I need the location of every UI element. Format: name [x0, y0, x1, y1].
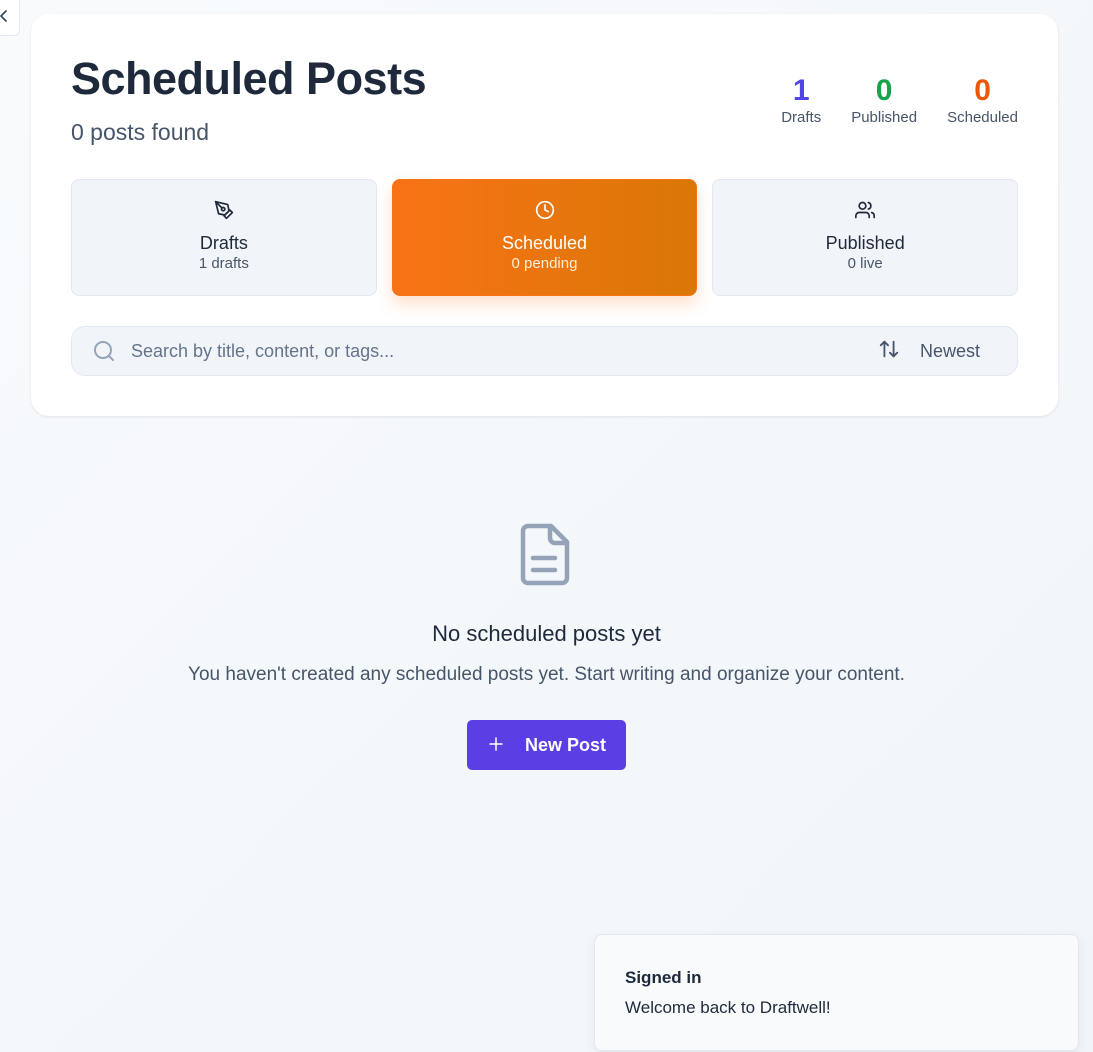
plus-icon: [487, 735, 505, 756]
tab-drafts-title: Drafts: [199, 233, 248, 253]
tab-scheduled-count: 0 pending: [511, 255, 578, 272]
stat-published-value: 0: [875, 74, 893, 107]
page-title: Scheduled Posts: [71, 53, 427, 104]
search-input[interactable]: [131, 334, 821, 368]
pen-icon: [214, 199, 234, 221]
toast-title: Signed in: [625, 968, 702, 987]
toast-message: Welcome back to Draftwell!: [625, 998, 831, 1017]
search-bar: Newest: [71, 326, 1018, 376]
toast-notification[interactable]: Signed in Welcome back to Draftwell!: [594, 934, 1079, 1051]
clock-icon: [535, 199, 555, 221]
tab-drafts-count: 1 drafts: [198, 255, 249, 272]
empty-state: No scheduled posts yet You haven't creat…: [0, 520, 1093, 770]
posts-count: 0 posts found: [71, 119, 210, 145]
stat-drafts: 1 Drafts: [781, 74, 821, 128]
header-card: Scheduled Posts 0 posts found 1 Drafts 0…: [31, 14, 1058, 416]
stats-summary: 1 Drafts 0 Published 0 Scheduled: [781, 74, 1018, 128]
tab-published-title: Published: [825, 233, 905, 253]
stat-drafts-label: Drafts: [781, 109, 822, 126]
sort-label: Newest: [920, 340, 981, 361]
tab-scheduled[interactable]: Scheduled 0 pending: [391, 179, 698, 296]
file-text-icon: [520, 523, 569, 586]
status-tabs: Drafts 1 drafts Scheduled 0 pending Publ…: [71, 179, 1019, 296]
sort-arrows-icon: [878, 338, 900, 365]
stat-drafts-value: 1: [792, 74, 810, 107]
tab-scheduled-title: Scheduled: [501, 233, 588, 253]
search-icon: [92, 339, 116, 368]
new-post-button[interactable]: New Post: [467, 720, 626, 770]
users-icon: [855, 199, 876, 221]
sidebar-toggle-button[interactable]: [0, 0, 20, 36]
empty-state-text: You haven't created any scheduled posts …: [188, 664, 905, 685]
empty-state-title: No scheduled posts yet: [432, 621, 661, 646]
stat-scheduled-label: Scheduled: [947, 109, 1018, 126]
chevron-left-icon: [0, 10, 7, 22]
stat-scheduled-value: 0: [974, 74, 991, 107]
sort-button[interactable]: Newest: [878, 334, 980, 368]
stat-published: 0 Published: [851, 74, 917, 128]
tab-published[interactable]: Published 0 live: [712, 179, 1019, 296]
stat-published-label: Published: [851, 109, 918, 126]
new-post-label: New Post: [524, 734, 607, 755]
stat-scheduled: 0 Scheduled: [947, 74, 1018, 128]
tab-published-count: 0 live: [847, 255, 883, 272]
tab-drafts[interactable]: Drafts 1 drafts: [71, 179, 377, 296]
